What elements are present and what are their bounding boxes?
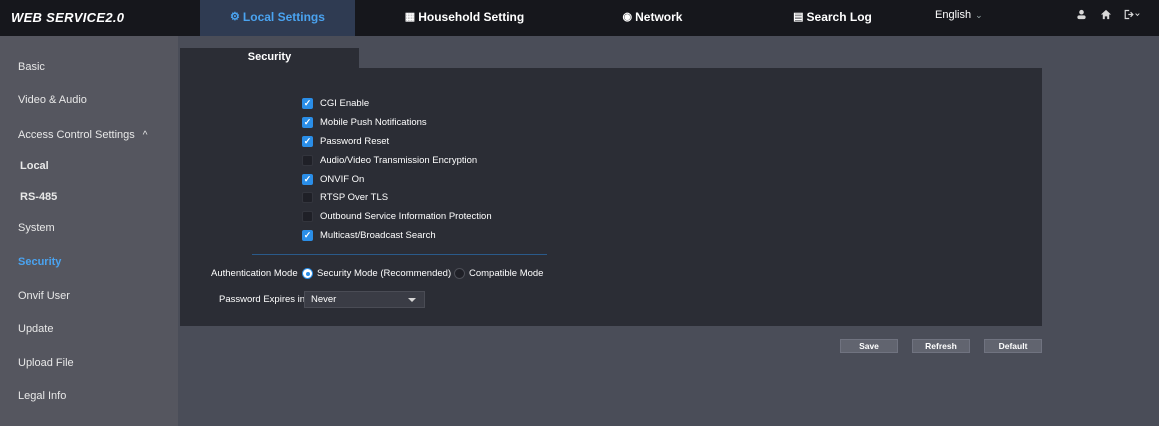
checkbox-checked-icon[interactable]: ✓ [302,173,313,185]
nav-local-settings-label: Local Settings [242,10,325,24]
authentication-mode-label: Authentication Mode [211,268,298,279]
default-button[interactable]: Default [984,339,1042,353]
password-expires-select[interactable]: Never [304,291,425,308]
checkbox-label: Mobile Push Notifications [320,116,427,128]
checkbox-password-reset[interactable]: ✓ Password Reset [302,134,389,148]
checkbox-rtsp-over-tls[interactable]: RTSP Over TLS [302,190,388,204]
radio-security-mode-label[interactable]: Security Mode (Recommended) [317,268,451,279]
chevron-up-icon: ^ [142,130,148,141]
dropdown-arrow-icon [408,298,416,302]
checkbox-label: Multicast/Broadcast Search [320,229,436,241]
save-button[interactable]: Save [840,339,898,353]
password-expires-label: Password Expires in [219,294,306,305]
checkbox-label: ONVIF On [320,173,365,185]
nav-network[interactable]: ◉ Network [575,0,730,36]
language-selector[interactable]: English ⌄ [935,9,983,21]
sidebar-item-rs485[interactable]: RS-485 [20,191,57,203]
nav-local-settings[interactable]: ⚙ Local Settings [200,0,355,36]
nav-search-log-label: Search Log [806,10,872,24]
sidebar-item-update[interactable]: Update [18,323,53,335]
checkbox-label: Outbound Service Information Protection [320,210,492,222]
checkbox-onvif-on[interactable]: ✓ ONVIF On [302,172,364,186]
chevron-down-icon: ⌄ [975,10,983,20]
sidebar-item-upload-file[interactable]: Upload File [18,357,74,369]
sidebar-item-onvif-user[interactable]: Onvif User [18,290,70,302]
top-navigation-bar: WEB SERVICE2.0 ⚙ Local Settings ▦ Househ… [0,0,1159,36]
home-icon[interactable] [1100,8,1112,23]
refresh-button[interactable]: Refresh [912,339,970,353]
checkbox-unchecked-icon[interactable] [302,210,313,222]
nav-household-setting-label: Household Setting [418,10,525,24]
radio-security-mode[interactable] [302,268,313,279]
app-logo: WEB SERVICE2.0 [11,10,125,25]
checkbox-unchecked-icon[interactable] [302,191,313,203]
nav-search-log[interactable]: ▤ Search Log [755,0,910,36]
sidebar-item-access-control-settings[interactable]: Access Control Settings ^ [18,129,147,141]
logout-icon[interactable] [1123,8,1140,23]
sidebar-item-legal-info[interactable]: Legal Info [18,390,66,402]
checkbox-multicast-broadcast-search[interactable]: ✓ Multicast/Broadcast Search [302,228,436,242]
checkbox-checked-icon[interactable]: ✓ [302,135,313,147]
checkbox-av-transmission-encryption[interactable]: Audio/Video Transmission Encryption [302,153,477,167]
checkbox-cgi-enable[interactable]: ✓ CGI Enable [302,96,369,110]
sidebar-item-local[interactable]: Local [20,160,49,172]
checkbox-label: CGI Enable [320,97,370,109]
tab-security[interactable]: Security [180,48,359,68]
user-icon[interactable] [1076,8,1087,23]
globe-icon: ◉ [622,11,633,23]
sidebar-item-video-audio[interactable]: Video & Audio [18,94,87,106]
radio-compatible-mode[interactable] [454,268,465,279]
nav-household-setting[interactable]: ▦ Household Setting [387,0,542,36]
password-expires-value: Never [311,294,337,305]
checkbox-label: Password Reset [320,135,390,147]
sidebar-item-security[interactable]: Security [18,256,61,268]
checkbox-checked-icon[interactable]: ✓ [302,229,313,241]
document-icon: ▤ [793,11,804,23]
gear-icon: ⚙ [230,11,240,23]
checkbox-mobile-push-notifications[interactable]: ✓ Mobile Push Notifications [302,115,427,129]
nav-network-label: Network [635,10,683,24]
checkbox-outbound-service-info-protection[interactable]: Outbound Service Information Protection [302,209,492,223]
sidebar-item-basic[interactable]: Basic [18,61,45,73]
checkbox-checked-icon[interactable]: ✓ [302,116,313,128]
sidebar-item-label: Access Control Settings [18,129,135,141]
checkbox-unchecked-icon[interactable] [302,154,313,166]
building-icon: ▦ [404,11,416,23]
language-label: English [935,9,972,21]
sidebar-item-system[interactable]: System [18,222,55,234]
checkbox-checked-icon[interactable]: ✓ [302,97,313,109]
radio-compatible-mode-label[interactable]: Compatible Mode [469,268,543,279]
checkbox-label: RTSP Over TLS [320,191,389,203]
section-divider [252,254,547,255]
checkbox-label: Audio/Video Transmission Encryption [320,154,478,166]
